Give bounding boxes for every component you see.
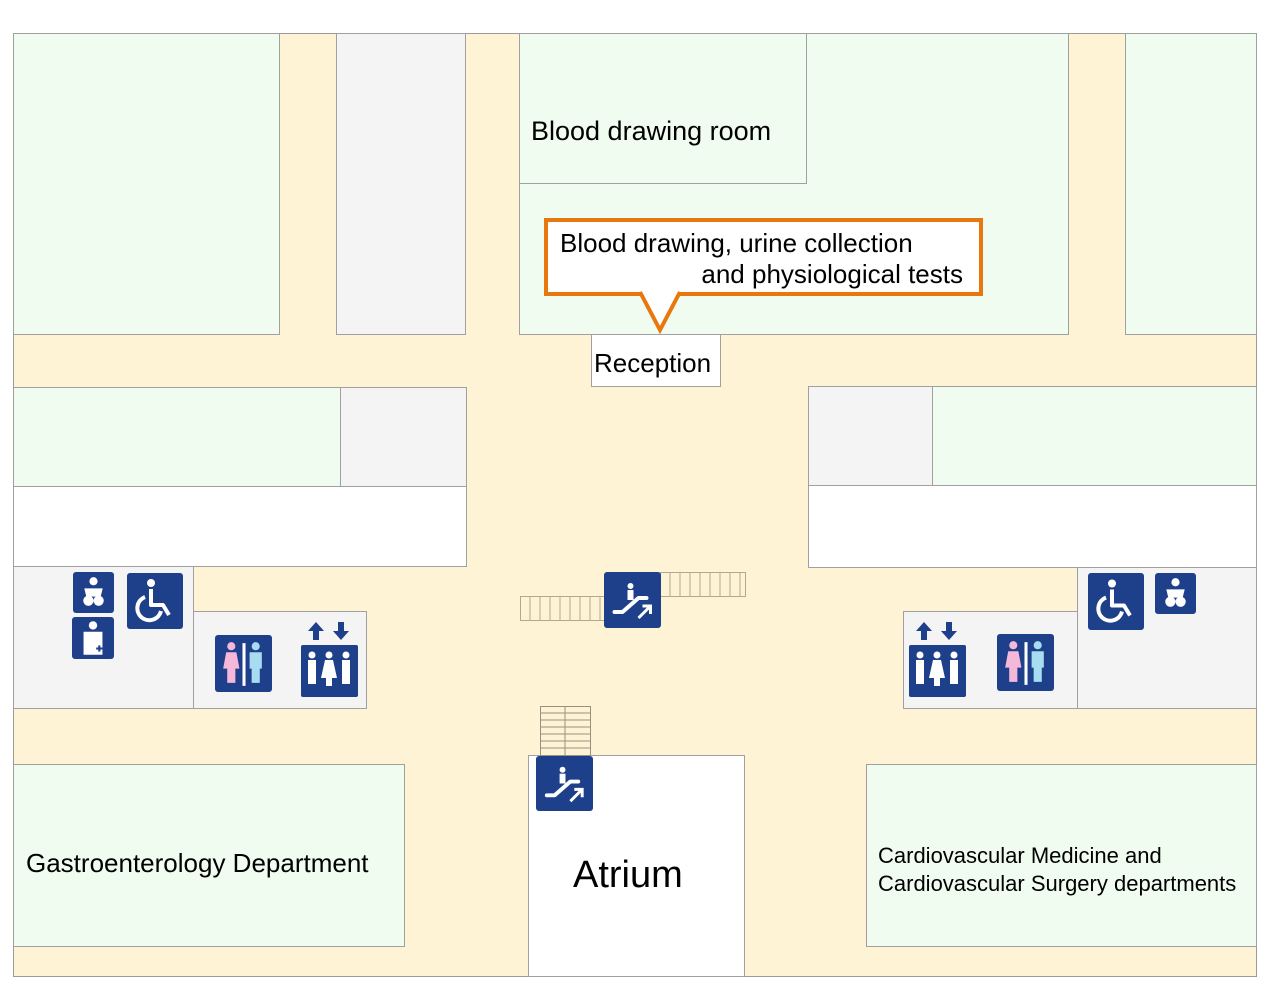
- gastroenterology-department[interactable]: Gastroenterology Department: [13, 764, 405, 947]
- room-top-left[interactable]: [13, 33, 280, 335]
- escalator-icon[interactable]: [604, 572, 661, 628]
- callout-line-2: and physiological tests: [701, 259, 963, 289]
- right-elevator-icon[interactable]: [909, 622, 966, 697]
- blood-drawing-room-label: Blood drawing room: [531, 116, 772, 146]
- wheelchair-accessible-icon[interactable]: [127, 573, 183, 629]
- atrium-escalator-icon[interactable]: [536, 756, 593, 811]
- cardiovascular-label-line-1: Cardiovascular Medicine and: [878, 843, 1162, 868]
- room-middle-left[interactable]: [13, 387, 341, 487]
- escalator-track-left: [520, 596, 606, 621]
- room-middle-left-corridor[interactable]: [13, 486, 467, 567]
- room-top-left-service[interactable]: [336, 33, 466, 335]
- room-middle-right[interactable]: [932, 386, 1257, 486]
- reception-label: Reception: [594, 348, 712, 378]
- cardiovascular-departments[interactable]: Cardiovascular Medicine and Cardiovascul…: [866, 764, 1257, 947]
- right-wheelchair-accessible-icon[interactable]: [1088, 573, 1144, 630]
- room-middle-right-corridor[interactable]: [808, 485, 1257, 568]
- callout-pointer: [638, 290, 682, 335]
- restroom-icon[interactable]: [215, 635, 272, 692]
- escalator-track-right: [660, 572, 746, 597]
- atrium-label: Atrium: [573, 854, 683, 896]
- elevator-icon[interactable]: [301, 622, 358, 697]
- right-restroom-icon[interactable]: [997, 634, 1054, 691]
- room-top-right[interactable]: [1125, 33, 1257, 335]
- reception[interactable]: Reception: [591, 334, 721, 387]
- blood-drawing-room[interactable]: Blood drawing room: [519, 33, 807, 184]
- callout-line-1: Blood drawing, urine collection: [560, 228, 913, 258]
- ostomate-icon[interactable]: [72, 617, 114, 659]
- room-middle-left-service[interactable]: [340, 387, 467, 487]
- right-baby-changing-icon[interactable]: [1155, 573, 1196, 614]
- cardiovascular-label-line-2: Cardiovascular Surgery departments: [878, 871, 1237, 896]
- gastroenterology-label: Gastroenterology Department: [26, 848, 369, 878]
- escalator-track-atrium: [540, 706, 591, 756]
- room-middle-right-service[interactable]: [808, 386, 933, 486]
- callout-blood-tests: Blood drawing, urine collection and phys…: [544, 218, 983, 296]
- baby-changing-icon[interactable]: [73, 572, 114, 613]
